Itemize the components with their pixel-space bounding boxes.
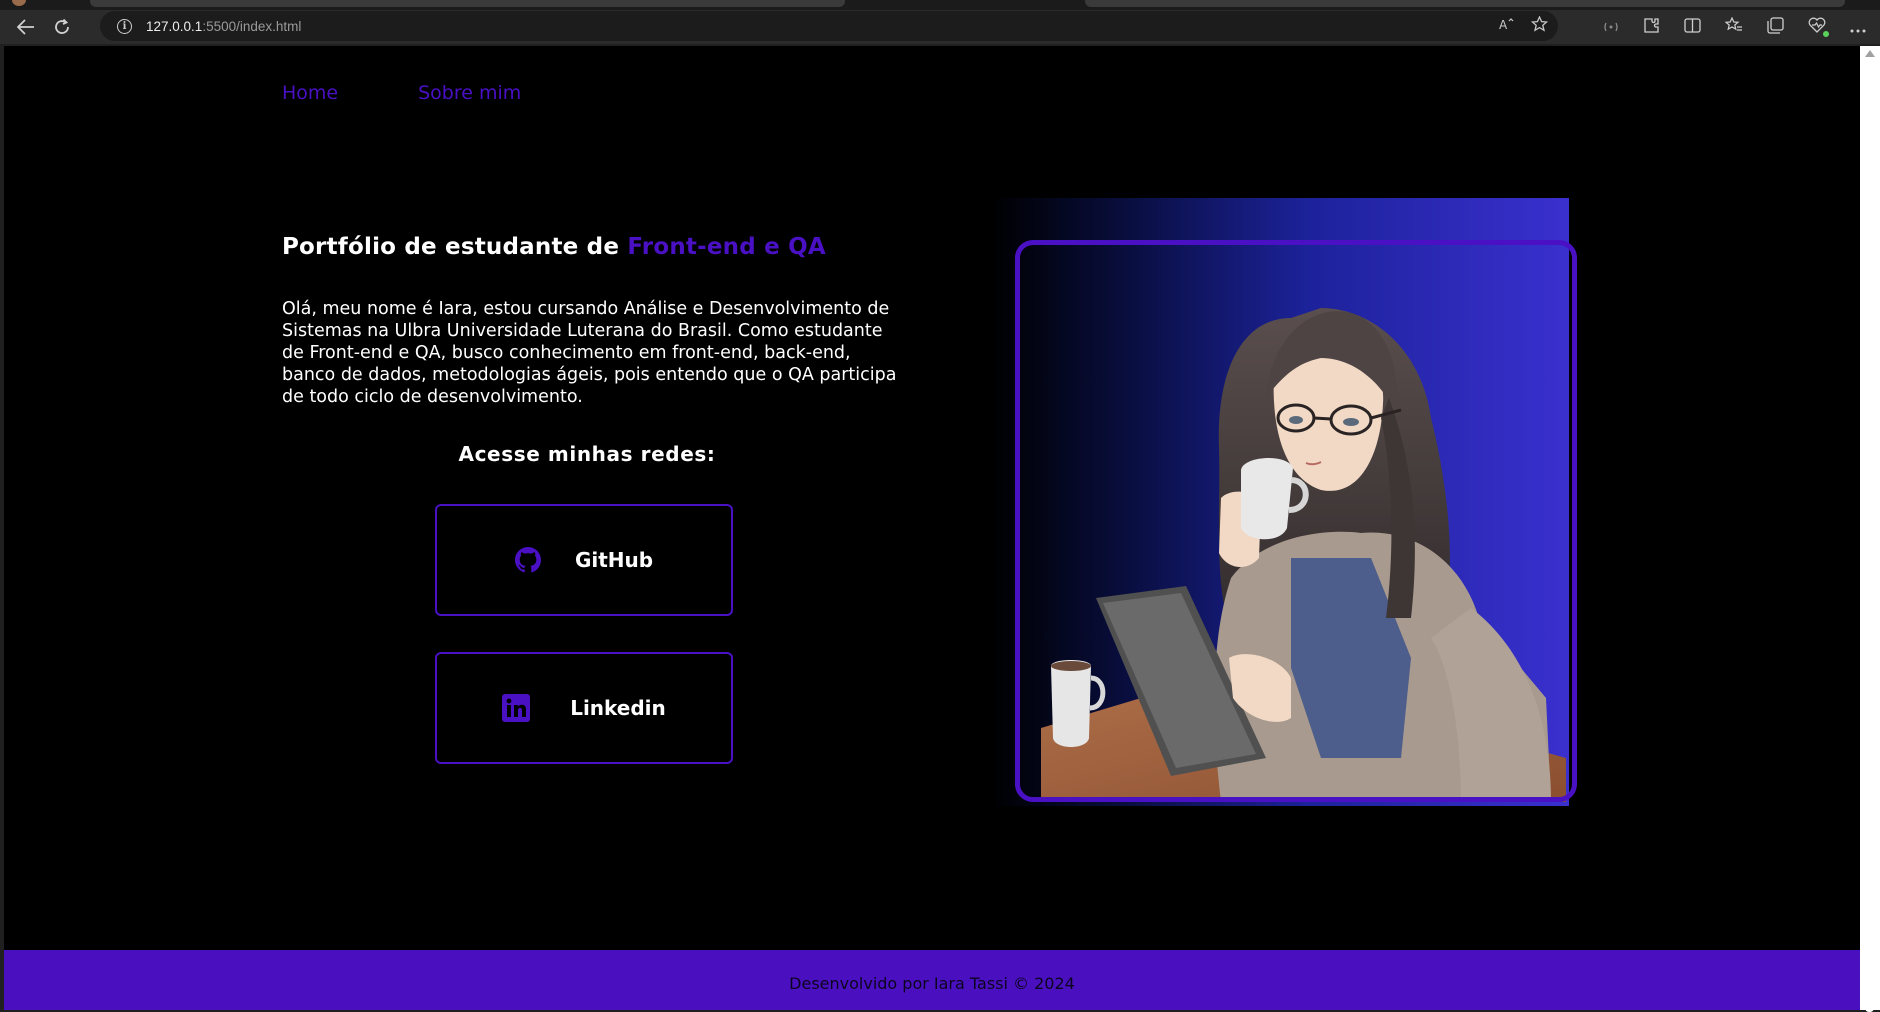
browser-toolbar: i 127.0.0.1:5500/index.html A [0, 10, 1880, 44]
nav-home-link[interactable]: Home [282, 82, 338, 104]
github-button[interactable]: GitHub [435, 504, 733, 616]
tab-active[interactable] [90, 0, 845, 7]
tab-favicon [12, 0, 26, 6]
url-path: :5500/index.html [202, 18, 302, 34]
linkedin-icon [502, 694, 531, 722]
browser-essentials-icon[interactable] [1808, 17, 1829, 37]
linkedin-button[interactable]: Linkedin [435, 652, 733, 764]
page-viewport: Home Sobre mim Portfólio de estudante de… [4, 46, 1860, 1010]
extensions-icon[interactable] [1643, 17, 1660, 38]
illustration-frame [1015, 240, 1577, 802]
site-footer: Desenvolvido por Iara Tassi © 2024 [4, 950, 1860, 1010]
title-accent: Front-end e QA [627, 234, 826, 260]
read-aloud-icon[interactable]: A [1499, 17, 1515, 35]
scrollbar-thumb[interactable] [1865, 70, 1874, 1012]
svg-text:A: A [1499, 18, 1508, 31]
scroll-up-icon[interactable] [1865, 50, 1875, 57]
media-control-icon[interactable] [1603, 18, 1619, 37]
address-url[interactable]: 127.0.0.1:5500/index.html [146, 19, 301, 34]
intro-paragraph: Olá, meu nome é Iara, estou cursando Aná… [282, 299, 897, 407]
more-icon[interactable] [1850, 18, 1866, 37]
favorites-icon[interactable] [1724, 16, 1743, 37]
nav-about-link[interactable]: Sobre mim [418, 82, 521, 104]
info-icon[interactable]: i [117, 18, 132, 34]
split-screen-icon[interactable] [1684, 17, 1701, 37]
site-nav: Home Sobre mim [282, 82, 521, 104]
collections-icon[interactable] [1767, 16, 1784, 38]
profile-illustration [991, 198, 1577, 806]
linkedin-label: Linkedin [570, 696, 666, 720]
refresh-icon[interactable] [46, 12, 78, 42]
address-bar[interactable]: i 127.0.0.1:5500/index.html A [100, 11, 1558, 41]
url-host: 127.0.0.1 [146, 18, 203, 34]
github-icon [514, 547, 541, 573]
toolbar-actions [1603, 12, 1866, 42]
footer-text: Desenvolvido por Iara Tassi © 2024 [789, 973, 1075, 993]
back-arrow-icon[interactable] [10, 12, 42, 42]
favorite-star-icon[interactable] [1530, 15, 1549, 36]
page-scrollbar[interactable] [1860, 46, 1880, 1012]
title-prefix: Portfólio de estudante de [282, 234, 628, 260]
tab-inactive[interactable] [1085, 0, 1845, 7]
github-label: GitHub [574, 548, 654, 572]
page-title: Portfólio de estudante de Front-end e QA [282, 234, 826, 260]
social-title: Acesse minhas redes: [458, 442, 716, 466]
tab-strip [0, 0, 1880, 10]
